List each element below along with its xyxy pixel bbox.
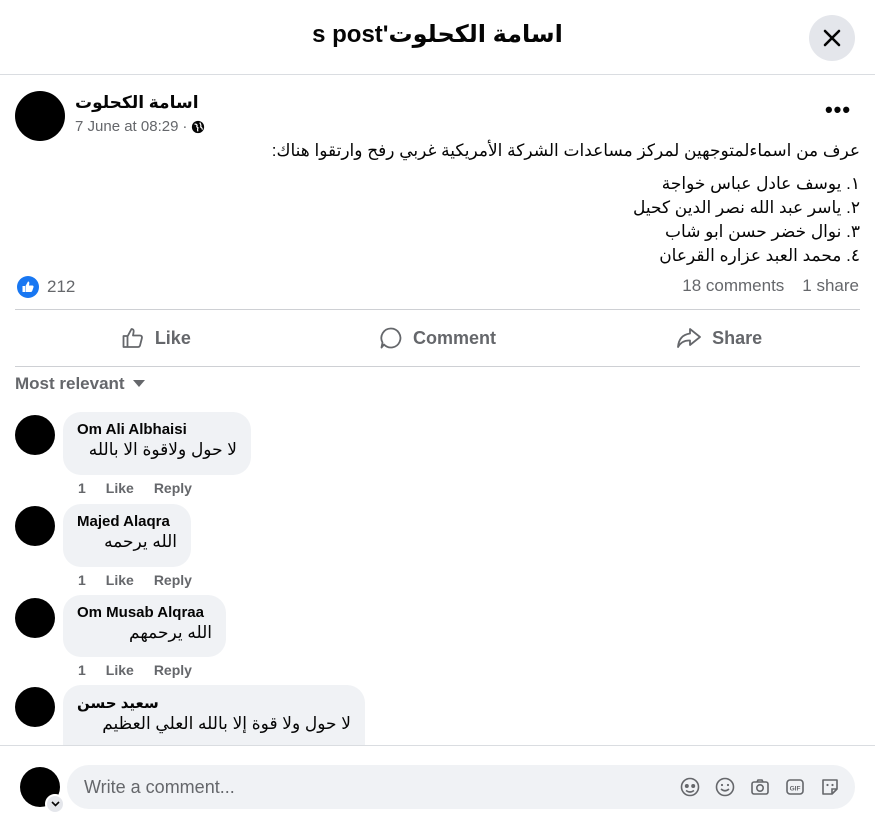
- comment-author[interactable]: Om Ali Albhaisi: [77, 421, 237, 438]
- comment-actions: 1 Like Reply: [78, 662, 192, 678]
- comment-text: لا حول ولاقوة الا بالله: [88, 440, 237, 459]
- gif-icon[interactable]: GIF: [785, 777, 805, 797]
- comment-like-count: 1: [78, 662, 86, 678]
- profile-switch-button[interactable]: [45, 794, 65, 814]
- comment-author[interactable]: Majed Alaqra: [77, 513, 177, 530]
- share-button[interactable]: Share: [578, 310, 860, 366]
- comment-reply-button[interactable]: Reply: [154, 662, 192, 678]
- comment-icon: [380, 327, 402, 349]
- emoji-icon[interactable]: [715, 777, 735, 797]
- comment-like-count: 1: [78, 480, 86, 496]
- caret-down-icon: [132, 380, 145, 387]
- more-options-button[interactable]: •••: [822, 97, 854, 128]
- post-actions: Like Comment Share: [15, 310, 860, 366]
- comment-actions: 1 Like Reply: [78, 480, 192, 496]
- comment-text: الله يرحمه: [104, 532, 177, 551]
- comment-input[interactable]: [82, 775, 680, 799]
- share-icon: [677, 328, 702, 348]
- reaction-summary[interactable]: 212: [17, 276, 75, 298]
- comment-actions: 1 Like Reply: [78, 572, 192, 588]
- camera-icon[interactable]: [750, 777, 770, 797]
- comment-like-button[interactable]: Like: [106, 662, 134, 678]
- comment-button[interactable]: Comment: [297, 310, 579, 366]
- comment-author[interactable]: Om Musab Alqraa: [77, 604, 212, 621]
- comment-reply-button[interactable]: Reply: [154, 572, 192, 588]
- like-label: Like: [154, 327, 191, 348]
- comment-reply-button[interactable]: Reply: [154, 480, 192, 496]
- more-icon: •••: [824, 97, 852, 122]
- comment-label: Comment: [413, 327, 497, 348]
- post-date[interactable]: 7 June at 08:29: [75, 118, 178, 135]
- comment-composer: GIF: [0, 745, 875, 832]
- author-name[interactable]: اسامة الكحلوت: [75, 93, 199, 113]
- comment-author[interactable]: سعيد حسن: [77, 694, 351, 712]
- comment-bubble: Om Musab Alqraa الله يرحمهم: [63, 595, 226, 657]
- sticker-icon[interactable]: [820, 777, 840, 797]
- post-intro: عرف من اسماءلمتوجهين لمركز مساعدات الشرك…: [271, 141, 860, 160]
- post-list-item: ٣. نوال خضر حسن ابو شاب: [665, 222, 860, 241]
- globe-icon: [192, 120, 205, 133]
- comment-bubble: Majed Alaqra الله يرحمه: [63, 504, 191, 567]
- post-meta: 7 June at 08:29 ·: [75, 118, 205, 135]
- dialog-header: اسامة الكحلوت's post: [0, 0, 875, 75]
- post-list-item: ٤. محمد العبد عزاره القرعان: [659, 246, 860, 265]
- like-button[interactable]: Like: [15, 310, 297, 366]
- comments-count[interactable]: 18 comments: [682, 276, 784, 296]
- like-count: 212: [47, 277, 76, 296]
- like-reaction-icon: [17, 276, 39, 298]
- comment-input-box: GIF: [67, 765, 855, 809]
- post-list-item: ٢. ياسر عبد الله نصر الدين كحيل: [632, 198, 860, 217]
- comment-like-count: 1: [78, 572, 86, 588]
- commenter-avatar[interactable]: [15, 415, 55, 455]
- post-text: عرف من اسماءلمتوجهين لمركز مساعدات الشرك…: [15, 139, 860, 268]
- comment-text: لا حول ولا قوة إلا بالله العلي العظيم: [102, 714, 351, 733]
- share-label: Share: [712, 327, 763, 348]
- author-avatar[interactable]: [15, 91, 65, 141]
- comment-sort-dropdown[interactable]: Most relevant: [15, 374, 145, 394]
- comment-bubble: Om Ali Albhaisi لا حول ولاقوة الا بالله: [63, 412, 251, 475]
- shares-count[interactable]: 1 share: [802, 276, 859, 296]
- comment-like-button[interactable]: Like: [106, 572, 134, 588]
- divider: [15, 366, 860, 367]
- comment-text: الله يرحمهم: [129, 623, 212, 642]
- composer-tools: GIF: [680, 777, 840, 797]
- sort-label: Most relevant: [15, 374, 125, 393]
- commenter-avatar[interactable]: [15, 598, 55, 638]
- post-list-item: ١. يوسف عادل عباس خواجة: [661, 174, 860, 193]
- commenter-avatar[interactable]: [15, 506, 55, 546]
- page-title: اسامة الكحلوت's post: [312, 21, 563, 48]
- commenter-avatar[interactable]: [15, 687, 55, 727]
- avatar-sticker-icon[interactable]: [680, 777, 700, 797]
- comment-like-button[interactable]: Like: [106, 480, 134, 496]
- close-icon: [823, 29, 841, 47]
- svg-text:GIF: GIF: [790, 785, 801, 792]
- meta-separator: ·: [182, 118, 188, 135]
- engagement-counts: 18 comments 1 share: [682, 276, 859, 296]
- chevron-down-icon: [50, 801, 60, 807]
- close-button[interactable]: [809, 15, 855, 61]
- thumb-up-icon: [122, 328, 143, 348]
